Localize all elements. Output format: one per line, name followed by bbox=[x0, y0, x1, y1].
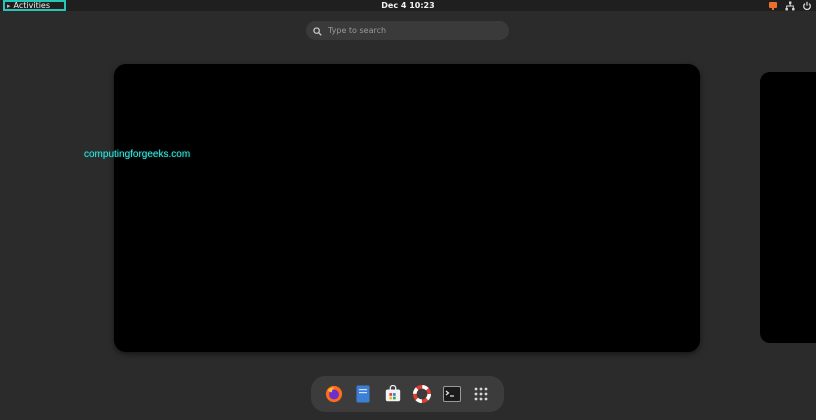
activities-label: Activities bbox=[13, 0, 51, 10]
network-icon[interactable] bbox=[785, 1, 795, 11]
workspace-thumbnail-next[interactable] bbox=[760, 72, 816, 343]
power-icon[interactable] bbox=[802, 1, 812, 11]
activities-indicator-icon: ▸ bbox=[7, 1, 11, 10]
activities-button[interactable]: ▸ Activities bbox=[3, 0, 66, 11]
clock: Dec 4 10:23 bbox=[0, 0, 816, 11]
top-bar: ▸ Activities Dec 4 10:23 bbox=[0, 0, 816, 11]
show-apps-icon[interactable] bbox=[470, 383, 492, 405]
indicator-icon[interactable] bbox=[768, 1, 778, 11]
software-store-icon[interactable] bbox=[382, 383, 404, 405]
help-icon[interactable] bbox=[411, 383, 433, 405]
search-icon bbox=[313, 21, 322, 40]
watermark-text: computingforgeeks.com bbox=[84, 149, 191, 160]
firefox-icon[interactable] bbox=[323, 383, 345, 405]
clock-label[interactable]: Dec 4 10:23 bbox=[381, 1, 434, 10]
system-tray bbox=[768, 0, 812, 11]
files-icon[interactable] bbox=[352, 383, 374, 405]
terminal-icon[interactable] bbox=[441, 383, 463, 405]
search-bar[interactable] bbox=[306, 21, 509, 40]
search-input[interactable] bbox=[328, 26, 488, 35]
dash-dock bbox=[311, 376, 504, 412]
workspace-thumbnail-current[interactable] bbox=[114, 64, 700, 352]
